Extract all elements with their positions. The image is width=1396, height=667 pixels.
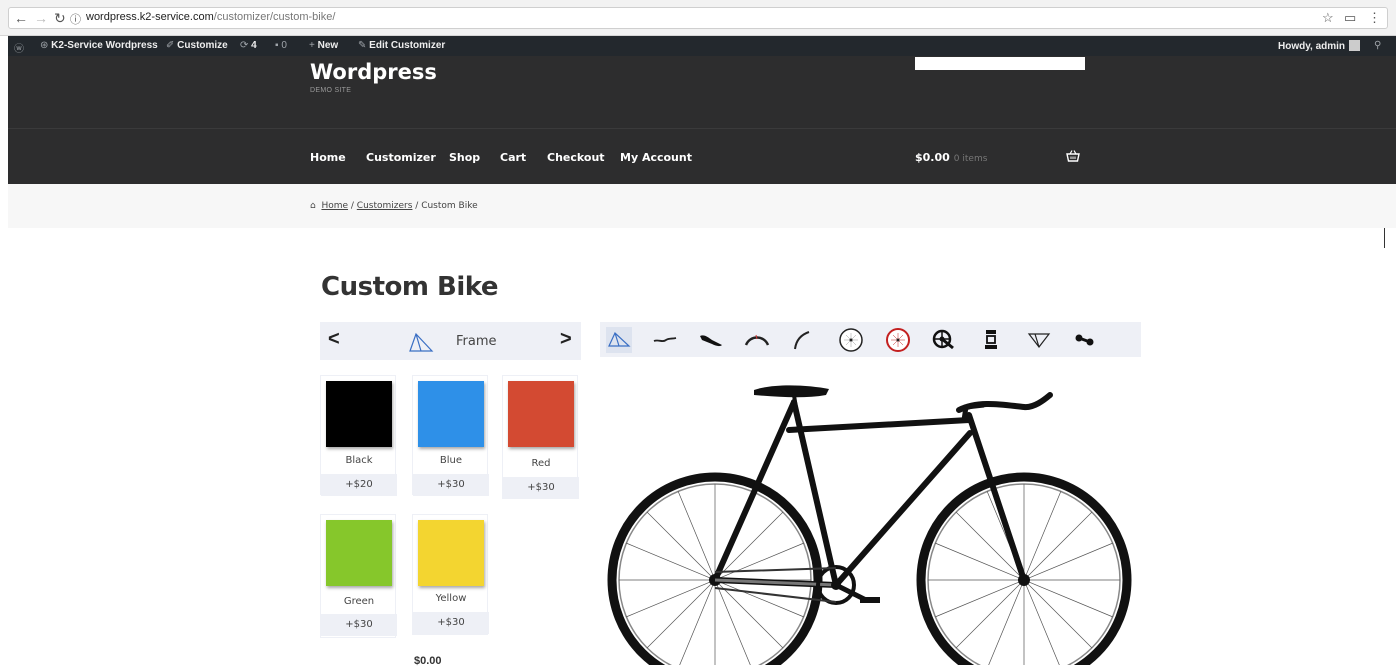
swatch-price: +$30 — [413, 474, 489, 496]
reload-icon[interactable]: ↻ — [54, 10, 66, 26]
home-icon: ⌂ — [310, 201, 316, 211]
swatch-name: Yellow — [435, 593, 467, 604]
cart-count: 0 items — [953, 154, 988, 164]
chain-icon[interactable] — [1072, 327, 1098, 353]
search-input[interactable] — [915, 57, 1085, 70]
url-text[interactable]: wordpress.k2-service.com/customizer/cust… — [86, 11, 335, 23]
swatch-name: Blue — [439, 455, 463, 466]
breadcrumb-customizers[interactable]: Customizers — [357, 201, 413, 211]
swatch-red[interactable]: Red +$30 — [502, 375, 579, 499]
swatch-yellow[interactable]: Yellow +$30 — [412, 514, 489, 635]
nav-cart[interactable]: Cart — [500, 151, 526, 164]
swatch-name: Black — [345, 455, 373, 466]
basket-icon[interactable] — [1066, 149, 1080, 163]
arrow-left-icon[interactable]: ← — [14, 10, 28, 26]
comments-link[interactable]: ▪ 0 — [275, 40, 287, 51]
seat-stay-icon[interactable] — [1026, 327, 1052, 353]
cast-icon[interactable]: ▭ — [1344, 10, 1356, 26]
step-navigator: < Frame > — [320, 322, 581, 360]
nav-home[interactable]: Home — [310, 151, 346, 164]
page-title: Custom Bike — [321, 272, 498, 302]
nav-customizer[interactable]: Customizer — [366, 151, 436, 164]
swatch-price: +$20 — [321, 474, 397, 496]
swatch-green[interactable]: Green +$30 — [320, 514, 397, 638]
component-bar — [600, 322, 1141, 357]
swatch-price: +$30 — [321, 614, 397, 636]
nav-my-account[interactable]: My Account — [620, 151, 692, 164]
breadcrumb-bar: ⌂ Home / Customizers / Custom Bike — [8, 184, 1396, 228]
edit-customizer-link[interactable]: ✎ Edit Customizer — [358, 40, 445, 51]
step-label: Frame — [456, 334, 497, 349]
fender-icon[interactable] — [744, 327, 770, 353]
site-name-link[interactable]: ⊛ K2-Service Wordpress — [40, 40, 158, 51]
swatch-color — [508, 381, 574, 447]
pedal-icon[interactable] — [978, 327, 1004, 353]
admin-bar: ⓦ ⊛ K2-Service Wordpress ✐ Customize ⟳ 4… — [8, 36, 1396, 56]
crankset-icon[interactable] — [931, 327, 957, 353]
site-description: DEMO SITE — [310, 87, 352, 94]
breadcrumb: ⌂ Home / Customizers / Custom Bike — [310, 201, 478, 211]
nav-checkout[interactable]: Checkout — [547, 151, 605, 164]
wordpress-logo-icon[interactable]: ⓦ — [14, 40, 24, 55]
breadcrumb-home[interactable]: Home — [321, 201, 348, 211]
avatar — [1349, 40, 1361, 51]
site-header: Wordpress DEMO SITE — [8, 56, 1396, 128]
comment-icon: ▪ — [275, 40, 279, 51]
swatch-color — [418, 520, 484, 586]
new-link[interactable]: + New — [309, 40, 338, 51]
frame-icon[interactable] — [606, 327, 632, 353]
browser-toolbar: ← → ↻ ⓘ wordpress.k2-service.com/customi… — [0, 0, 1396, 36]
rear-wheel-icon[interactable] — [885, 327, 911, 353]
product-price: $0.00 — [414, 655, 442, 667]
swatch-black[interactable]: Black +$20 — [320, 375, 397, 496]
plus-icon: + — [309, 40, 315, 51]
handlebar-icon[interactable] — [652, 327, 678, 353]
prev-step-button[interactable]: < — [328, 328, 340, 351]
dashboard-icon: ⊛ — [40, 40, 49, 51]
cart-total-link[interactable]: $0.00 0 items — [915, 151, 987, 164]
fork-icon[interactable] — [790, 327, 816, 353]
arrow-right-icon[interactable]: → — [34, 10, 48, 26]
swatch-blue[interactable]: Blue +$30 — [412, 375, 489, 496]
frame-icon — [409, 332, 434, 352]
menu-icon[interactable]: ⋮ — [1368, 10, 1381, 26]
page-edge — [0, 36, 8, 665]
saddle-icon[interactable] — [698, 327, 724, 353]
customize-link[interactable]: ✐ Customize — [166, 40, 228, 51]
updates-link[interactable]: ⟳ 4 — [240, 40, 257, 51]
star-icon[interactable]: ☆ — [1322, 10, 1334, 26]
pencil-icon: ✎ — [358, 40, 367, 51]
info-icon[interactable]: ⓘ — [70, 11, 81, 27]
swatch-price: +$30 — [413, 612, 489, 634]
account-menu[interactable]: Howdy, admin — [1278, 40, 1361, 52]
bike-preview-image — [607, 385, 1132, 665]
swatch-name: Red — [531, 458, 551, 469]
swatch-price: +$30 — [503, 477, 579, 499]
breadcrumb-current: / Custom Bike — [412, 201, 478, 211]
brush-icon: ✐ — [166, 40, 175, 51]
updates-icon: ⟳ — [240, 40, 249, 51]
front-wheel-icon[interactable] — [838, 327, 864, 353]
swatch-name: Green — [343, 596, 375, 607]
swatch-color — [418, 381, 484, 447]
nav-shop[interactable]: Shop — [449, 151, 480, 164]
divider — [1384, 228, 1385, 248]
swatch-color — [326, 381, 392, 447]
swatch-color — [326, 520, 392, 586]
primary-nav: Home Customizer Shop Cart Checkout My Ac… — [8, 128, 1396, 184]
next-step-button[interactable]: > — [560, 328, 572, 351]
cart-total: $0.00 — [915, 151, 950, 164]
site-title[interactable]: Wordpress — [310, 60, 437, 84]
search-icon[interactable]: ⚲ — [1374, 40, 1381, 51]
